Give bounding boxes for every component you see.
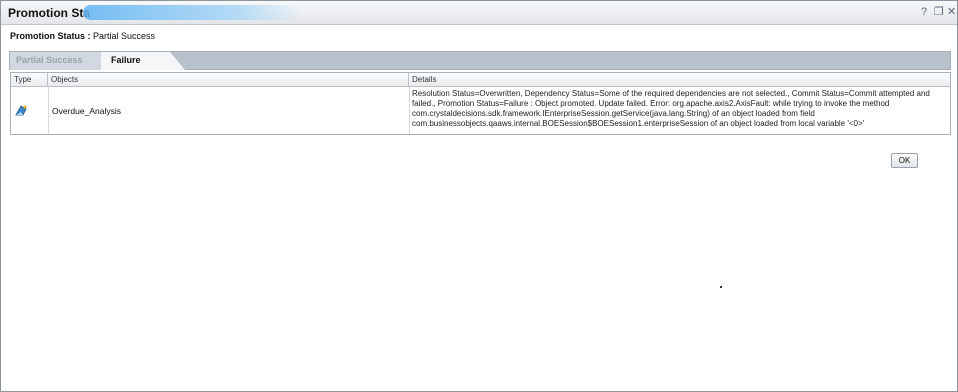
details-cell: Resolution Status=Overwritten, Dependenc… [409, 87, 950, 134]
table-row[interactable]: Overdue_Analysis Resolution Status=Overw… [11, 87, 950, 134]
type-cell [11, 87, 49, 134]
tab-partial-success[interactable]: Partial Success [10, 52, 104, 70]
title-highlight [83, 5, 301, 20]
report-icon [15, 105, 27, 116]
dialog-title: Promotion Sta [8, 6, 91, 20]
cursor-dot [720, 286, 722, 288]
results-table: Type Objects Details Overdue_Analysis Re… [10, 72, 951, 135]
details-text: Resolution Status=Overwritten, Dependenc… [412, 89, 930, 128]
help-icon[interactable]: ? [921, 7, 927, 18]
object-cell: Overdue_Analysis [48, 87, 410, 134]
column-header-objects[interactable]: Objects [48, 73, 409, 87]
ok-button[interactable]: OK [891, 153, 918, 168]
status-label: Promotion Status : [10, 31, 91, 41]
object-name: Overdue_Analysis [52, 106, 121, 116]
column-header-type[interactable]: Type [11, 73, 48, 87]
maximize-icon[interactable]: ❐ [934, 7, 944, 18]
promotion-status-line: Promotion Status : Partial Success [10, 31, 155, 41]
status-value: Partial Success [93, 31, 156, 41]
promotion-status-dialog: Promotion Sta ? ❐ ✕ Promotion Status : P… [0, 0, 958, 392]
close-icon[interactable]: ✕ [947, 7, 956, 18]
title-bar[interactable]: Promotion Sta ? ❐ ✕ [1, 1, 957, 25]
column-header-details[interactable]: Details [409, 73, 950, 87]
